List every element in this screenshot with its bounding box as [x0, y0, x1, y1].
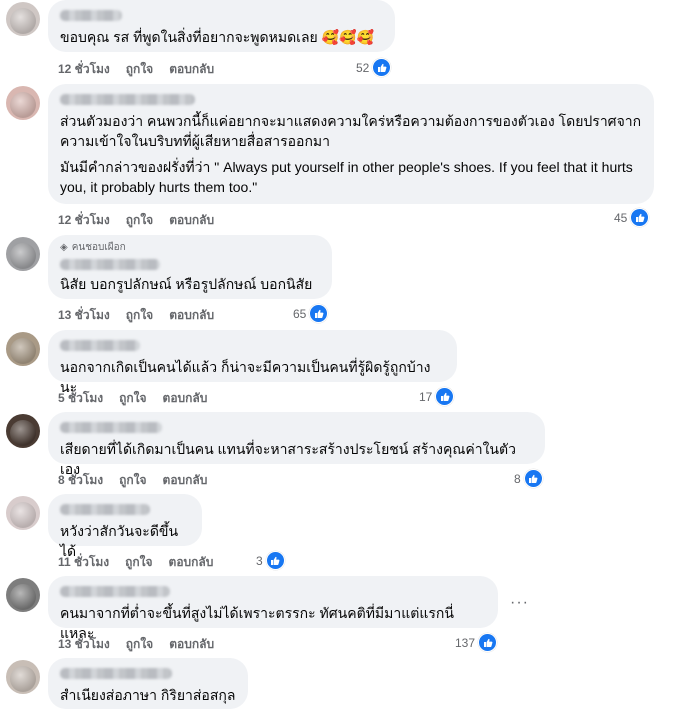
- reaction-count[interactable]: 52: [356, 58, 392, 77]
- avatar[interactable]: [6, 660, 40, 694]
- top-fan-badge[interactable]: ◈ คนชอบเผือก: [60, 240, 320, 255]
- blurred-author-name[interactable]: [60, 586, 170, 597]
- comment-bubble: สำเนียงส่อภาษา กิริยาส่อสกุล: [48, 658, 248, 709]
- blurred-author-name[interactable]: [60, 94, 195, 105]
- reaction-number: 45: [614, 210, 628, 225]
- like-icon: [630, 208, 650, 227]
- reaction-number: 8: [514, 471, 521, 486]
- reply-button[interactable]: ตอบกลับ: [169, 60, 214, 79]
- comment-actions: 11 ชั่วโมง ถูกใจ ตอบกลับ: [58, 553, 213, 572]
- comment-bubble: ส่วนตัวมองว่า คนพวกนี้ก็แค่อยากจะมาแสดงค…: [48, 84, 654, 204]
- like-icon: [372, 58, 392, 77]
- reply-button[interactable]: ตอบกลับ: [163, 471, 208, 490]
- like-button[interactable]: ถูกใจ: [125, 553, 152, 572]
- avatar[interactable]: [6, 578, 40, 612]
- avatar[interactable]: [6, 332, 40, 366]
- comment-actions: 12 ชั่วโมง ถูกใจ ตอบกลับ: [58, 211, 214, 230]
- blurred-author-name[interactable]: [60, 259, 160, 270]
- comment-text: นิสัย บอกรูปลักษณ์ หรือรูปลักษณ์ บอกนิสั…: [60, 276, 313, 292]
- like-button[interactable]: ถูกใจ: [126, 635, 153, 654]
- timestamp[interactable]: 5 ชั่วโมง: [58, 389, 103, 408]
- reaction-count[interactable]: 8: [514, 469, 543, 488]
- avatar[interactable]: [6, 496, 40, 530]
- comment-actions: 13 ชั่วโมง ถูกใจ ตอบกลับ: [58, 306, 214, 325]
- comment-bubble: ขอบคุณ รส ที่พูดในสิ่งที่อยากจะพูดหมดเลย…: [48, 0, 395, 52]
- like-icon: [435, 387, 455, 406]
- timestamp[interactable]: 13 ชั่วโมง: [58, 635, 110, 654]
- comment-bubble: หวังว่าสักวันจะดีขึ้นได้: [48, 494, 202, 559]
- comment-text: ขอบคุณ รส ที่พูดในสิ่งที่อยากจะพูดหมดเลย…: [60, 29, 374, 45]
- comment-actions: 12 ชั่วโมง ถูกใจ ตอบกลับ: [58, 60, 214, 79]
- avatar[interactable]: [6, 86, 40, 120]
- comment-actions: 13 ชั่วโมง ถูกใจ ตอบกลับ: [58, 635, 214, 654]
- timestamp[interactable]: 11 ชั่วโมง: [58, 553, 109, 572]
- blurred-author-name[interactable]: [60, 340, 140, 351]
- reaction-number: 52: [356, 60, 370, 75]
- reaction-number: 17: [419, 389, 433, 404]
- gem-icon: ◈: [60, 242, 68, 253]
- reply-button[interactable]: ตอบกลับ: [169, 306, 214, 325]
- avatar[interactable]: [6, 2, 40, 36]
- reaction-count[interactable]: 45: [614, 208, 650, 227]
- more-options-icon[interactable]: ···: [510, 594, 529, 612]
- comment-actions: 5 ชั่วโมง ถูกใจ ตอบกลับ: [58, 389, 207, 408]
- like-icon: [523, 469, 543, 488]
- reaction-count[interactable]: 65: [293, 304, 329, 323]
- comment-bubble: ◈ คนชอบเผือก นิสัย บอกรูปลักษณ์ หรือรูปลั…: [48, 235, 332, 299]
- comment-bubble: คนมาจากที่ต่ำจะขึ้นที่สูงไม่ได้เพราะตรรก…: [48, 576, 498, 641]
- reply-button[interactable]: ตอบกลับ: [163, 389, 208, 408]
- like-icon: [309, 304, 329, 323]
- blurred-author-name[interactable]: [60, 10, 122, 21]
- reaction-number: 3: [256, 553, 263, 568]
- timestamp[interactable]: 8 ชั่วโมง: [58, 471, 103, 490]
- reaction-count[interactable]: 3: [256, 551, 285, 570]
- reply-button[interactable]: ตอบกลับ: [169, 553, 214, 572]
- comment-text: ส่วนตัวมองว่า คนพวกนี้ก็แค่อยากจะมาแสดงค…: [60, 113, 642, 195]
- like-button[interactable]: ถูกใจ: [126, 306, 153, 325]
- like-button[interactable]: ถูกใจ: [119, 471, 146, 490]
- like-button[interactable]: ถูกใจ: [126, 211, 153, 230]
- comment-bubble: นอกจากเกิดเป็นคนได้แล้ว ก็น่าจะมีความเป็…: [48, 330, 457, 395]
- comment-text: สำเนียงส่อภาษา กิริยาส่อสกุล: [60, 687, 236, 703]
- avatar[interactable]: [6, 237, 40, 271]
- comment-bubble: เสียดายที่ได้เกิดมาเป็นคน แทนที่จะหาสาระ…: [48, 412, 545, 477]
- reply-button[interactable]: ตอบกลับ: [169, 211, 214, 230]
- reaction-count[interactable]: 137: [455, 633, 498, 652]
- reply-button[interactable]: ตอบกลับ: [169, 635, 214, 654]
- reaction-number: 65: [293, 306, 307, 321]
- timestamp[interactable]: 12 ชั่วโมง: [58, 60, 110, 79]
- reaction-count[interactable]: 17: [419, 387, 455, 406]
- blurred-author-name[interactable]: [60, 504, 150, 515]
- badge-label: คนชอบเผือก: [71, 242, 126, 253]
- like-icon: [265, 551, 285, 570]
- like-button[interactable]: ถูกใจ: [119, 389, 146, 408]
- blurred-author-name[interactable]: [60, 668, 172, 679]
- reaction-number: 137: [455, 635, 476, 650]
- timestamp[interactable]: 13 ชั่วโมง: [58, 306, 110, 325]
- blurred-author-name[interactable]: [60, 422, 162, 433]
- timestamp[interactable]: 12 ชั่วโมง: [58, 211, 110, 230]
- avatar[interactable]: [6, 414, 40, 448]
- comment-actions: 8 ชั่วโมง ถูกใจ ตอบกลับ: [58, 471, 207, 490]
- like-button[interactable]: ถูกใจ: [126, 60, 153, 79]
- like-icon: [478, 633, 498, 652]
